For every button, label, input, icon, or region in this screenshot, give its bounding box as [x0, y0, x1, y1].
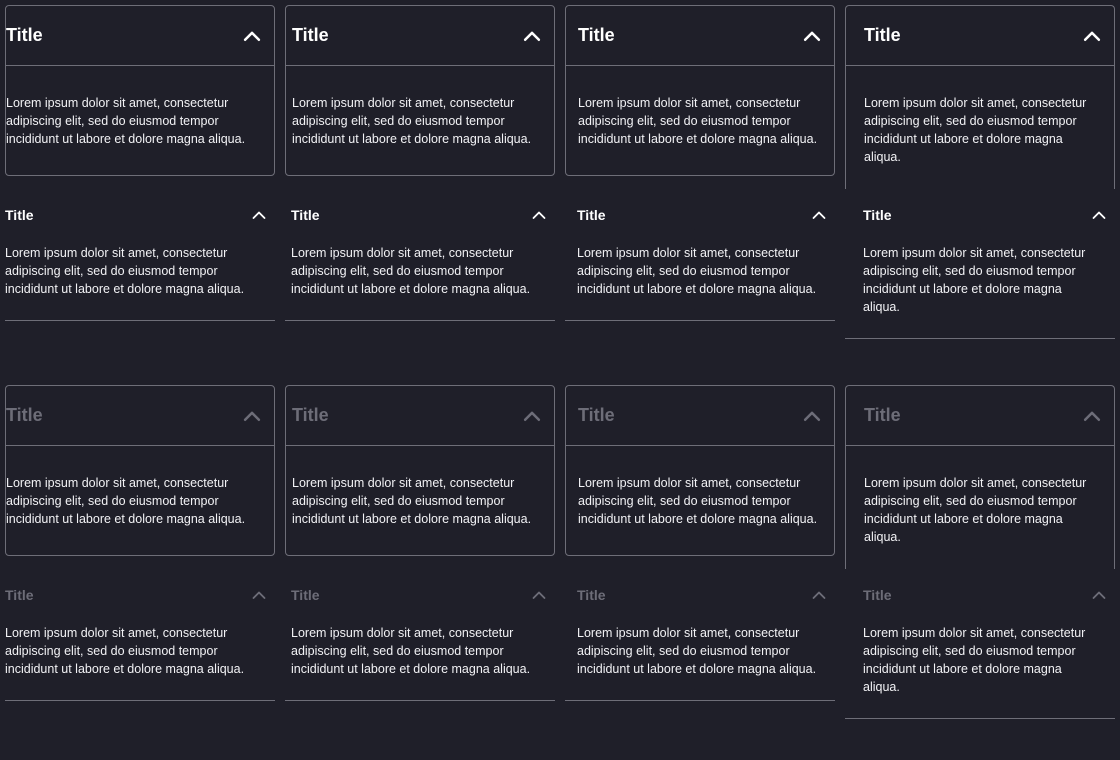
accordion-header[interactable]: Title — [6, 6, 274, 66]
accordion-title: Title — [6, 25, 43, 45]
accordion-content: Lorem ipsum dolor sit amet, consectetur … — [291, 626, 531, 676]
accordion-large-4: Title Lorem ipsum dolor sit amet, consect… — [845, 385, 1115, 569]
accordion-header[interactable]: Title — [566, 386, 834, 446]
accordion-small-1: Title Lorem ipsum dolor sit amet, consect… — [5, 197, 275, 321]
accordion-content: Lorem ipsum dolor sit amet, consectetur … — [292, 476, 532, 526]
accordion-large-1: Title Lorem ipsum dolor sit amet, consect… — [5, 5, 275, 176]
accordion-small-4: Title Lorem ipsum dolor sit amet, consect… — [845, 577, 1115, 719]
accordion-content: Lorem ipsum dolor sit amet, consectetur … — [577, 626, 817, 676]
accordion-header[interactable]: Title — [846, 386, 1114, 446]
accordion-title: Title — [5, 587, 34, 603]
chevron-up-icon[interactable] — [811, 587, 827, 603]
accordion-title: Title — [577, 207, 606, 223]
chevron-up-icon[interactable] — [531, 587, 547, 603]
accordion-content: Lorem ipsum dolor sit amet, consectetur … — [5, 626, 245, 676]
divider — [285, 320, 555, 321]
divider — [5, 700, 275, 701]
accordion-large-3: Title Lorem ipsum dolor sit amet, consect… — [565, 385, 835, 556]
accordion-header[interactable]: Title — [286, 6, 554, 66]
accordion-small-2: Title Lorem ipsum dolor sit amet, consect… — [285, 577, 555, 701]
accordion-header[interactable]: Title — [5, 197, 275, 233]
accordion-small-4: Title Lorem ipsum dolor sit amet, consect… — [845, 197, 1115, 339]
chevron-up-icon[interactable] — [522, 406, 542, 426]
accordion-large-2: Title Lorem ipsum dolor sit amet, consect… — [285, 385, 555, 556]
chevron-up-icon[interactable] — [802, 406, 822, 426]
accordion-small-3: Title Lorem ipsum dolor sit amet, consect… — [565, 197, 835, 321]
accordion-title: Title — [5, 207, 34, 223]
accordion-content: Lorem ipsum dolor sit amet, consectetur … — [863, 626, 1086, 694]
accordion-title: Title — [578, 405, 615, 425]
accordion-header[interactable]: Title — [6, 386, 274, 446]
accordion-header[interactable]: Title — [286, 386, 554, 446]
chevron-up-icon[interactable] — [1082, 26, 1102, 46]
accordion-content: Lorem ipsum dolor sit amet, consectetur … — [864, 96, 1087, 164]
chevron-up-icon[interactable] — [1091, 587, 1107, 603]
accordion-title: Title — [291, 207, 320, 223]
chevron-up-icon[interactable] — [531, 207, 547, 223]
accordion-title: Title — [578, 25, 615, 45]
accordion-small-3: Title Lorem ipsum dolor sit amet, consect… — [565, 577, 835, 701]
accordion-content: Lorem ipsum dolor sit amet, consectetur … — [291, 246, 531, 296]
accordion-title: Title — [292, 25, 329, 45]
chevron-up-icon[interactable] — [522, 26, 542, 46]
chevron-up-icon[interactable] — [251, 207, 267, 223]
accordion-header[interactable]: Title — [285, 577, 555, 613]
divider — [565, 320, 835, 321]
accordion-header[interactable]: Title — [565, 577, 835, 613]
chevron-up-icon[interactable] — [251, 587, 267, 603]
divider — [285, 700, 555, 701]
accordion-large-2: Title Lorem ipsum dolor sit amet, consect… — [285, 5, 555, 176]
accordion-header[interactable]: Title — [845, 577, 1115, 613]
chevron-up-icon[interactable] — [811, 207, 827, 223]
divider — [845, 718, 1115, 719]
divider — [845, 338, 1115, 339]
accordion-content: Lorem ipsum dolor sit amet, consectetur … — [6, 96, 246, 146]
accordion-large-4: Title Lorem ipsum dolor sit amet, consect… — [845, 5, 1115, 189]
accordion-header[interactable]: Title — [846, 6, 1114, 66]
accordion-content: Lorem ipsum dolor sit amet, consectetur … — [5, 246, 245, 296]
accordion-content: Lorem ipsum dolor sit amet, consectetur … — [577, 246, 817, 296]
chevron-up-icon[interactable] — [242, 406, 262, 426]
accordion-content: Lorem ipsum dolor sit amet, consectetur … — [864, 476, 1087, 544]
accordion-title: Title — [292, 405, 329, 425]
chevron-up-icon[interactable] — [242, 26, 262, 46]
accordion-content: Lorem ipsum dolor sit amet, consectetur … — [578, 476, 818, 526]
divider — [565, 700, 835, 701]
accordion-small-1: Title Lorem ipsum dolor sit amet, consect… — [5, 577, 275, 701]
accordion-large-3: Title Lorem ipsum dolor sit amet, consect… — [565, 5, 835, 176]
accordion-title: Title — [864, 25, 901, 45]
accordion-title: Title — [6, 405, 43, 425]
accordion-content: Lorem ipsum dolor sit amet, consectetur … — [292, 96, 532, 146]
accordion-header[interactable]: Title — [285, 197, 555, 233]
chevron-up-icon[interactable] — [1091, 207, 1107, 223]
accordion-title: Title — [291, 587, 320, 603]
accordion-content: Lorem ipsum dolor sit amet, consectetur … — [863, 246, 1086, 314]
accordion-header[interactable]: Title — [5, 577, 275, 613]
accordion-content: Lorem ipsum dolor sit amet, consectetur … — [6, 476, 246, 526]
accordion-header[interactable]: Title — [565, 197, 835, 233]
accordion-title: Title — [577, 587, 606, 603]
divider — [5, 320, 275, 321]
accordion-title: Title — [863, 587, 892, 603]
accordion-title: Title — [863, 207, 892, 223]
accordion-large-1: Title Lorem ipsum dolor sit amet, consect… — [5, 385, 275, 556]
chevron-up-icon[interactable] — [802, 26, 822, 46]
accordion-header[interactable]: Title — [566, 6, 834, 66]
accordion-small-2: Title Lorem ipsum dolor sit amet, consect… — [285, 197, 555, 321]
accordion-title: Title — [864, 405, 901, 425]
accordion-header[interactable]: Title — [845, 197, 1115, 233]
chevron-up-icon[interactable] — [1082, 406, 1102, 426]
accordion-content: Lorem ipsum dolor sit amet, consectetur … — [578, 96, 818, 146]
